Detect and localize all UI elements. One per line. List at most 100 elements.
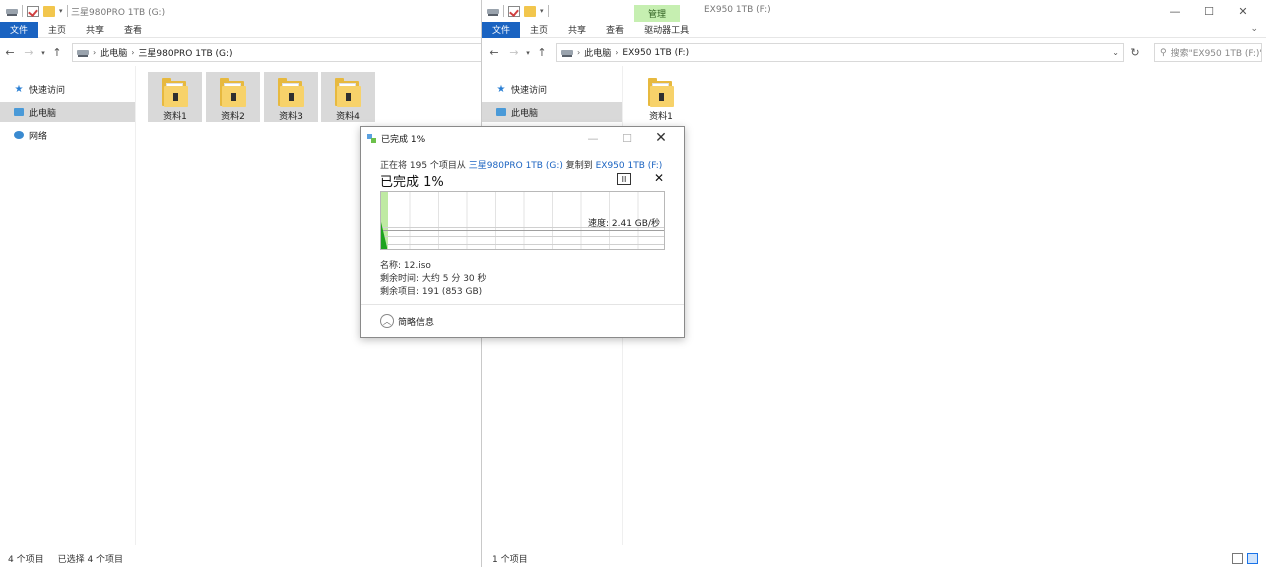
breadcrumb-item[interactable]: 三星980PRO 1TB (G:) [138, 46, 232, 59]
tab-share[interactable]: 共享 [76, 22, 114, 38]
tab-file[interactable]: 文件 [482, 21, 521, 38]
source-link[interactable]: 三星980PRO 1TB (G:) [469, 161, 563, 171]
drive-icon [561, 47, 573, 58]
folder-icon [162, 77, 188, 107]
chevron-up-icon: ︿ [380, 314, 394, 328]
tab-file[interactable]: 文件 [0, 21, 39, 38]
maximize-icon[interactable]: ☐ [1192, 2, 1226, 20]
back-icon[interactable]: ← [487, 46, 501, 59]
chevron-right-icon: › [93, 48, 97, 57]
drive-icon [6, 6, 18, 17]
breadcrumb-item[interactable]: 此电脑 [584, 46, 611, 59]
dialog-title: 已完成 1% [381, 134, 426, 145]
properties-icon[interactable] [27, 5, 39, 17]
address-dropdown-icon[interactable]: ⌄ [1112, 48, 1119, 57]
file-name: 名称: 12.iso [380, 261, 431, 271]
speed-graph: 速度: 2.41 GB/秒 [380, 191, 665, 250]
tab-view[interactable]: 查看 [114, 22, 152, 38]
network-icon [14, 131, 24, 139]
computer-icon [14, 108, 24, 116]
destination-link[interactable]: EX950 1TB (F:) [596, 161, 663, 171]
nav-item-quick-access[interactable]: ★ 快速访问 [482, 79, 622, 99]
copy-progress-dialog: 已完成 1% — ☐ ✕ 正在将 195 个项目从 三星980PRO 1TB (… [360, 126, 685, 338]
nav-item-this-pc[interactable]: 此电脑 [0, 102, 135, 122]
details-view-icon[interactable] [1232, 553, 1243, 564]
tab-view[interactable]: 查看 [596, 22, 634, 38]
status-bar: 1 个项目 [482, 549, 1266, 567]
drive-icon [77, 47, 89, 58]
items-remaining: 剩余项目: 191 (853 GB) [380, 287, 483, 297]
folder-item[interactable]: 资料2 [206, 72, 260, 122]
status-bar: 4 个项目 已选择 4 个项目 [0, 549, 481, 567]
pause-button[interactable]: II [617, 173, 631, 185]
nav-item-quick-access[interactable]: ★ 快速访问 [0, 79, 135, 99]
back-icon[interactable]: ← [3, 46, 17, 59]
folder-item[interactable]: 资料4 [321, 72, 375, 122]
copy-icon [367, 133, 376, 143]
up-icon[interactable]: ↑ [50, 46, 64, 59]
close-icon[interactable]: ✕ [1226, 2, 1260, 20]
drive-icon [487, 6, 499, 17]
quick-access-toolbar: ▾ [487, 4, 549, 18]
properties-icon[interactable] [508, 5, 520, 17]
copy-description: 正在将 195 个项目从 三星980PRO 1TB (G:) 复制到 EX950… [380, 161, 663, 171]
computer-icon [496, 108, 506, 116]
folder-icon [648, 77, 674, 107]
customize-toolbar-icon[interactable]: ▾ [59, 7, 63, 15]
expand-ribbon-icon[interactable]: ⌄ [1250, 24, 1258, 34]
close-icon[interactable]: ✕ [644, 129, 678, 147]
folder-icon [220, 77, 246, 107]
recent-locations-icon[interactable]: ▾ [521, 49, 535, 57]
up-icon[interactable]: ↑ [535, 46, 549, 59]
tab-home[interactable]: 主页 [38, 22, 76, 38]
star-icon: ★ [14, 83, 24, 95]
recent-locations-icon[interactable]: ▾ [36, 49, 50, 57]
nav-item-this-pc[interactable]: 此电脑 [482, 102, 622, 122]
minimize-icon[interactable]: — [576, 129, 610, 147]
title-bar: ▾ 管理 EX950 1TB (F:) — ☐ ✕ [482, 0, 1266, 22]
selected-count: 已选择 4 个项目 [57, 554, 124, 565]
navigation-pane: ★ 快速访问 此电脑 网络 [0, 66, 136, 545]
view-switcher [1232, 553, 1258, 564]
folder-icon [335, 77, 361, 107]
new-folder-icon[interactable] [524, 5, 536, 17]
forward-icon[interactable]: → [507, 46, 521, 59]
folder-item[interactable]: 资料1 [634, 72, 688, 122]
item-count: 4 个项目 [8, 554, 44, 565]
title-bar: ▾ 三星980PRO 1TB (G:) [0, 0, 481, 22]
speed-label: 速度: 2.41 GB/秒 [588, 219, 660, 229]
window-title: 三星980PRO 1TB (G:) [71, 8, 166, 18]
breadcrumb-item[interactable]: EX950 1TB (F:) [622, 48, 689, 58]
search-input[interactable]: ⚲ 搜索"EX950 1TB (F:)" [1154, 43, 1262, 62]
folder-item[interactable]: 资料3 [264, 72, 318, 122]
tab-manage[interactable]: 管理 [634, 5, 681, 22]
maximize-icon[interactable]: ☐ [610, 129, 644, 147]
star-icon: ★ [496, 83, 506, 95]
time-remaining: 剩余时间: 大约 5 分 30 秒 [380, 274, 487, 284]
progress-heading: 已完成 1% [380, 175, 444, 190]
cancel-icon[interactable]: ✕ [654, 171, 664, 185]
tab-share[interactable]: 共享 [558, 22, 596, 38]
dialog-window-controls: — ☐ ✕ [576, 129, 678, 147]
search-icon: ⚲ [1160, 47, 1167, 58]
less-details-button[interactable]: ︿ 简略信息 [380, 314, 434, 328]
customize-toolbar-icon[interactable]: ▾ [540, 7, 544, 15]
nav-item-network[interactable]: 网络 [0, 125, 135, 145]
folder-item[interactable]: 资料1 [148, 72, 202, 122]
large-icons-view-icon[interactable] [1247, 553, 1258, 564]
refresh-icon[interactable]: ↻ [1126, 43, 1144, 62]
tab-drive-tools[interactable]: 驱动器工具 [634, 22, 699, 38]
address-bar[interactable]: › 此电脑 › 三星980PRO 1TB (G:) [72, 43, 481, 62]
new-folder-icon[interactable] [43, 5, 55, 17]
breadcrumb-item[interactable]: 此电脑 [100, 46, 127, 59]
forward-icon[interactable]: → [22, 46, 36, 59]
minimize-icon[interactable]: — [1158, 2, 1192, 20]
chevron-right-icon: › [615, 48, 619, 57]
file-list: 资料1 [624, 66, 1266, 545]
tab-home[interactable]: 主页 [520, 22, 558, 38]
address-bar[interactable]: › 此电脑 › EX950 1TB (F:) ⌄ [556, 43, 1124, 62]
ribbon: 文件 主页 共享 查看 [0, 21, 481, 38]
folder-icon [278, 77, 304, 107]
quick-access-toolbar: ▾ [6, 4, 68, 18]
ribbon: 文件 主页 共享 查看 驱动器工具 ⌄ [482, 21, 1266, 38]
